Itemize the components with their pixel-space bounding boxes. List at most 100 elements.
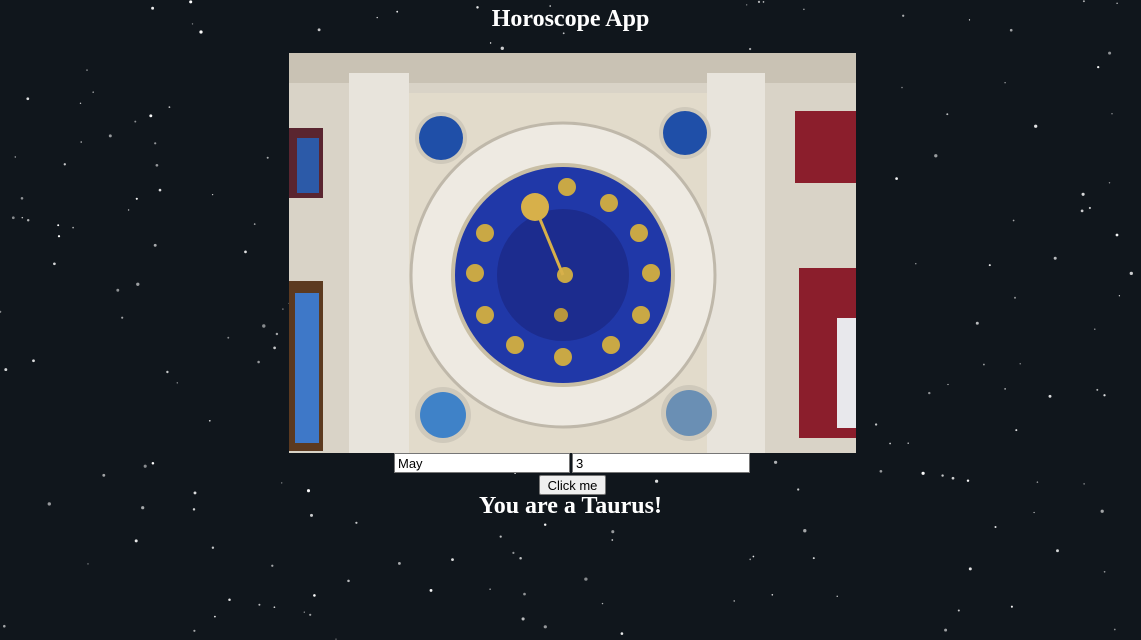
star: [158, 188, 162, 192]
star: [523, 592, 526, 596]
star: [258, 603, 261, 606]
star: [1129, 271, 1133, 276]
star: [176, 382, 179, 384]
star: [266, 156, 269, 159]
star: [214, 615, 216, 618]
star: [14, 156, 17, 158]
star: [102, 473, 106, 477]
birthdate-form: [394, 453, 754, 475]
star: [1103, 570, 1106, 573]
star: [53, 262, 56, 266]
star: [611, 530, 615, 534]
star: [797, 488, 800, 491]
star: [1108, 182, 1111, 184]
star: [271, 564, 274, 567]
star: [87, 563, 89, 565]
star: [928, 391, 931, 395]
month-input[interactable]: [394, 453, 570, 473]
star: [895, 177, 898, 180]
star: [771, 594, 774, 596]
star: [0, 310, 2, 313]
star: [889, 442, 891, 445]
star: [874, 423, 878, 426]
star: [757, 0, 761, 4]
star: [915, 263, 917, 265]
star: [1014, 296, 1016, 299]
star: [155, 163, 159, 167]
star: [941, 474, 944, 477]
submit-button[interactable]: Click me: [539, 475, 606, 495]
star: [1048, 394, 1052, 398]
star: [168, 106, 171, 108]
star: [1096, 388, 1099, 391]
star: [92, 91, 94, 93]
star: [313, 594, 316, 597]
star: [982, 363, 985, 366]
star: [189, 0, 193, 4]
day-input[interactable]: [572, 453, 750, 473]
star: [489, 588, 491, 590]
star: [512, 551, 515, 554]
star: [253, 223, 256, 225]
star: [211, 193, 214, 196]
star: [966, 479, 970, 482]
star: [166, 370, 169, 374]
star: [208, 419, 211, 422]
star: [584, 577, 588, 581]
star: [620, 632, 624, 635]
star: [957, 609, 960, 612]
star: [907, 442, 909, 444]
star: [521, 617, 525, 621]
star: [1113, 628, 1116, 631]
star: [1118, 295, 1121, 297]
star: [228, 598, 231, 602]
star: [1097, 65, 1100, 69]
star: [244, 250, 247, 254]
star: [273, 346, 276, 350]
star: [1034, 124, 1038, 128]
star: [901, 86, 903, 89]
star: [26, 218, 30, 222]
star: [1115, 233, 1119, 237]
star: [86, 69, 88, 71]
star: [812, 557, 815, 560]
star: [499, 535, 502, 538]
star: [3, 624, 6, 628]
star: [257, 360, 260, 364]
star: [1081, 192, 1085, 196]
star: [601, 602, 604, 605]
star: [273, 606, 276, 609]
star: [135, 197, 138, 200]
star: [275, 332, 279, 336]
star: [57, 235, 61, 238]
star: [1056, 549, 1059, 553]
star: [951, 476, 955, 480]
star: [1012, 219, 1015, 222]
star: [946, 113, 949, 116]
star: [762, 1, 765, 3]
star: [1004, 81, 1006, 84]
star: [4, 368, 8, 372]
star: [1088, 206, 1091, 210]
star: [994, 525, 997, 529]
star: [748, 47, 752, 51]
star: [1094, 328, 1096, 330]
star: [306, 489, 311, 493]
star: [1004, 388, 1006, 390]
star: [752, 555, 755, 558]
star: [153, 243, 157, 247]
star: [773, 460, 778, 464]
star: [262, 324, 266, 328]
star: [154, 142, 157, 145]
star: [921, 471, 925, 475]
star: [280, 482, 283, 484]
star: [282, 308, 284, 310]
star: [116, 288, 120, 292]
star: [151, 462, 155, 465]
star: [1019, 363, 1021, 365]
star: [193, 629, 196, 632]
star: [975, 321, 979, 325]
star: [1082, 0, 1085, 3]
star: [655, 479, 659, 483]
star: [108, 134, 112, 138]
